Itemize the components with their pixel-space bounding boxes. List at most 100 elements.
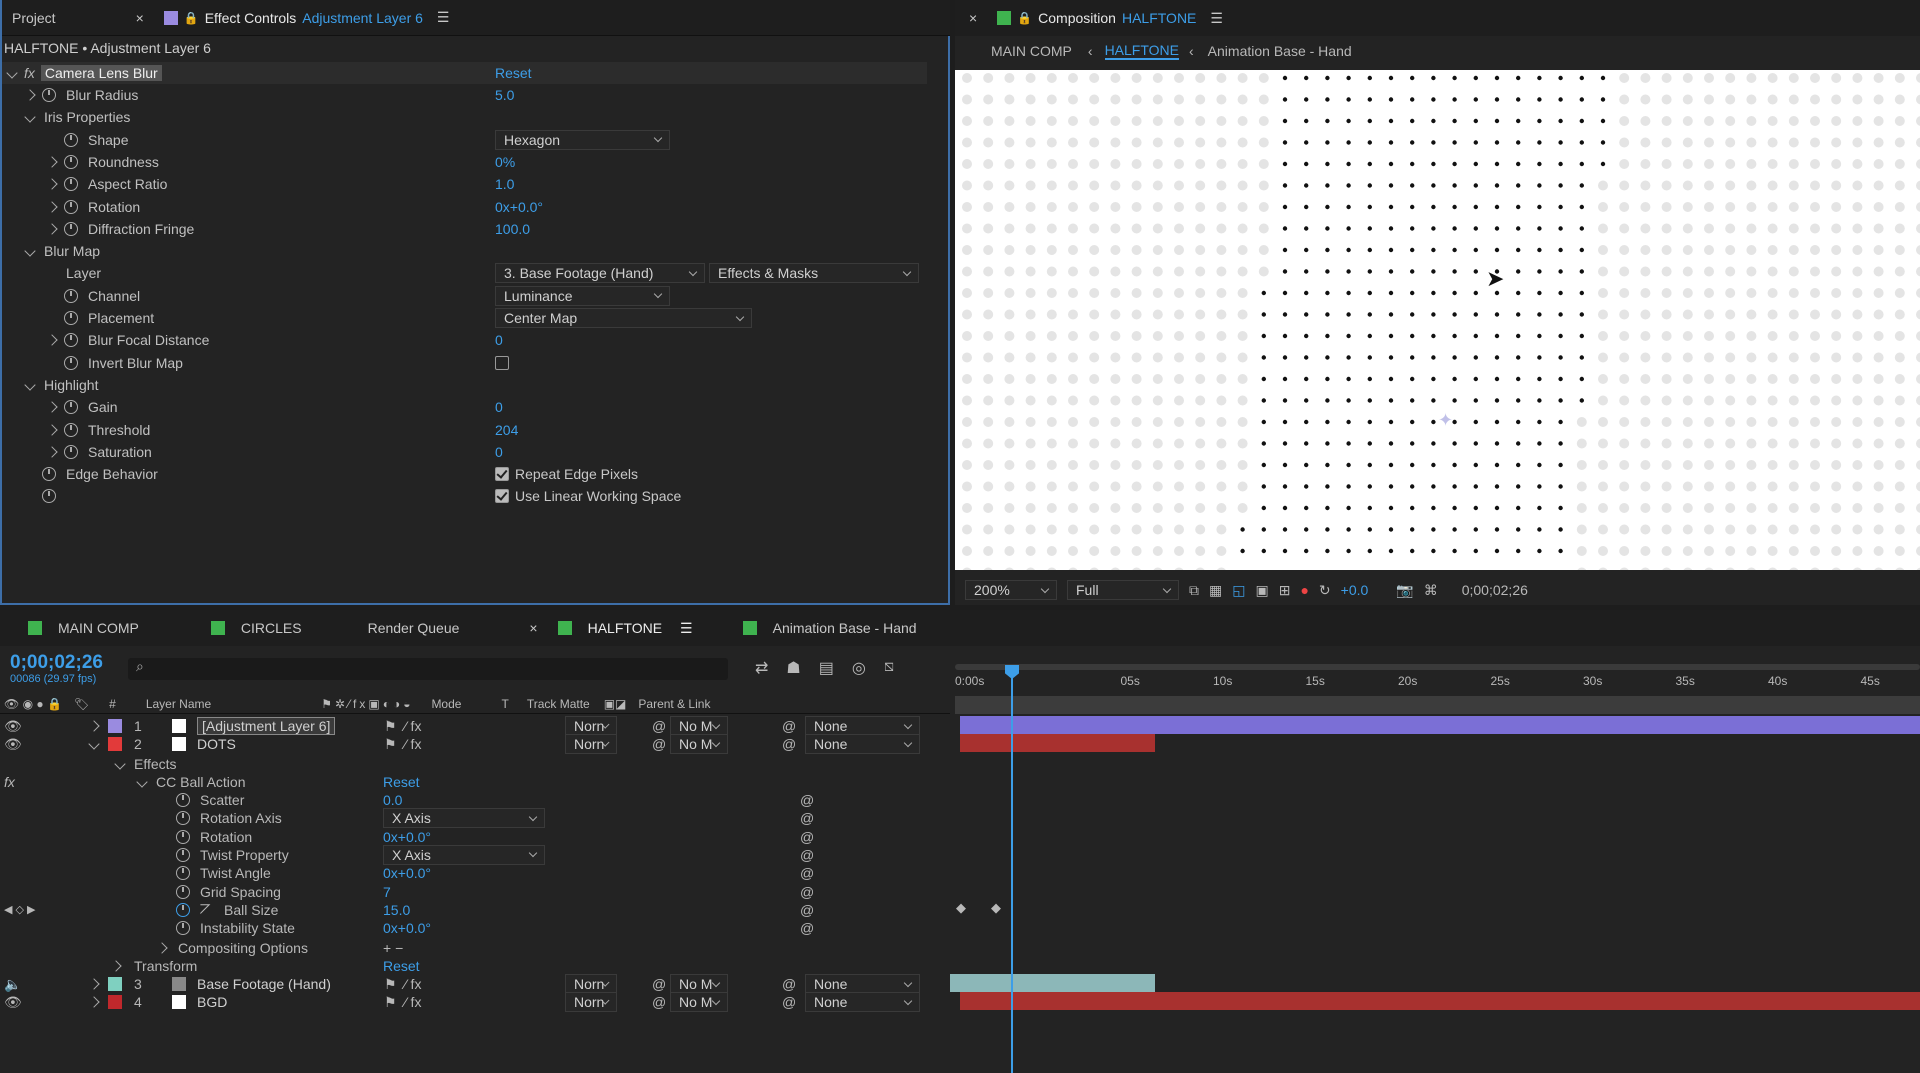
- chevron-right-icon[interactable]: [88, 978, 100, 990]
- layer-name[interactable]: Base Footage (Hand): [197, 976, 331, 992]
- chevron-right-icon[interactable]: [46, 423, 58, 436]
- prop-value[interactable]: 0: [495, 332, 503, 348]
- track-matte-select[interactable]: No M: [670, 734, 728, 754]
- graph-editor-icon[interactable]: ⧅: [884, 658, 894, 678]
- effect-name[interactable]: Camera Lens Blur: [40, 65, 162, 81]
- stopwatch-icon[interactable]: [176, 793, 190, 807]
- chevron-right-icon[interactable]: [46, 200, 58, 213]
- viewer-timecode[interactable]: 0;00;02;26: [1462, 582, 1528, 598]
- prop-value[interactable]: 204: [495, 422, 518, 438]
- layer-bar-bgd[interactable]: [960, 992, 1920, 1010]
- reset-link[interactable]: Reset: [383, 774, 420, 790]
- prop-value[interactable]: 0x+0.0°: [383, 920, 431, 936]
- chevron-down-icon[interactable]: [24, 379, 36, 391]
- tab-effect-controls[interactable]: 🔒 Effect Controls Adjustment Layer 6 ☰: [154, 0, 460, 36]
- mode-select[interactable]: Norn: [565, 734, 617, 754]
- layer-bar-adjustment[interactable]: [960, 716, 1920, 734]
- layer-dropdown[interactable]: 3. Base Footage (Hand): [495, 263, 705, 284]
- stopwatch-icon[interactable]: [42, 88, 56, 102]
- switch-icons[interactable]: ⚑ ⁄ fx: [384, 994, 421, 1011]
- prop-dropdown[interactable]: Luminance: [495, 285, 670, 306]
- chevron-right-icon[interactable]: [46, 446, 58, 458]
- chevron-down-icon[interactable]: [88, 738, 100, 750]
- stopwatch-icon[interactable]: [176, 829, 190, 844]
- chevron-right-icon[interactable]: [46, 156, 58, 168]
- chevron-down-icon[interactable]: [114, 758, 126, 770]
- checkbox[interactable]: [495, 355, 509, 370]
- layer-name[interactable]: BGD: [197, 994, 227, 1010]
- pickwhip-icon[interactable]: @: [782, 718, 796, 734]
- layer-row[interactable]: 👁 4 BGD ⚑ ⁄ fx Norn @ No M @ None: [0, 991, 950, 1013]
- stopwatch-icon[interactable]: [176, 884, 190, 899]
- region-icon[interactable]: ▣: [1255, 582, 1268, 599]
- prop-value[interactable]: 0: [495, 444, 503, 460]
- zoom-select[interactable]: 200%: [965, 580, 1057, 600]
- prop-value[interactable]: 0%: [495, 154, 515, 170]
- expression-icon[interactable]: @: [800, 920, 814, 936]
- spiral-icon[interactable]: @: [652, 994, 666, 1010]
- crumb-halftone[interactable]: HALFTONE: [1104, 42, 1179, 60]
- fx-icon[interactable]: fx: [24, 65, 35, 81]
- tab-circles[interactable]: CIRCLES: [149, 610, 312, 646]
- stopwatch-icon[interactable]: [176, 921, 190, 936]
- expression-icon[interactable]: @: [800, 865, 814, 881]
- prop-value[interactable]: 7: [383, 884, 391, 900]
- layer-search-input[interactable]: ⌕: [128, 658, 728, 680]
- expression-icon[interactable]: @: [800, 792, 814, 808]
- switch-icons[interactable]: ⚑ ⁄ fx: [384, 976, 421, 993]
- prop-value[interactable]: 100.0: [495, 221, 530, 237]
- chevron-right-icon[interactable]: [110, 960, 122, 972]
- mask-path-icon[interactable]: ◱: [1232, 582, 1245, 599]
- label-swatch[interactable]: [108, 719, 122, 733]
- current-time-indicator[interactable]: [1011, 665, 1013, 1073]
- stopwatch-icon[interactable]: [64, 288, 78, 303]
- chevron-right-icon[interactable]: [46, 401, 58, 413]
- show-snapshot-icon[interactable]: ⌘: [1424, 582, 1438, 599]
- time-ruler[interactable]: 0:00s05s10s15s20s25s30s35s40s45s50s: [955, 652, 1920, 714]
- prop-value[interactable]: 0x+0.0°: [383, 829, 431, 845]
- stopwatch-icon[interactable]: [176, 811, 190, 826]
- viewer-canvas[interactable]: ➤ ✦: [955, 70, 1920, 570]
- crumb-animation-base[interactable]: Animation Base - Hand: [1208, 43, 1352, 59]
- stopwatch-icon[interactable]: [64, 221, 78, 236]
- keyframe-1[interactable]: ◆: [956, 900, 966, 916]
- stopwatch-icon[interactable]: [64, 333, 78, 348]
- expression-icon[interactable]: @: [800, 884, 814, 900]
- stopwatch-icon[interactable]: [64, 422, 78, 437]
- spiral-icon[interactable]: @: [652, 736, 666, 752]
- tab-halftone[interactable]: HALFTONE ☰: [548, 610, 703, 646]
- layer-name[interactable]: DOTS: [197, 736, 236, 752]
- layer-row[interactable]: 👁 2 DOTS ⚑ ⁄ fx Norn @ No M @ None: [0, 733, 950, 755]
- chevron-right-icon[interactable]: [88, 996, 100, 1008]
- label-swatch[interactable]: [108, 995, 122, 1009]
- stopwatch-icon[interactable]: [176, 847, 190, 862]
- menu-icon[interactable]: ☰: [437, 9, 450, 26]
- layer-bar-base-footage[interactable]: [950, 974, 1155, 992]
- expression-icon[interactable]: @: [800, 902, 814, 918]
- guides-icon[interactable]: ⊞: [1279, 582, 1291, 599]
- switch-icons[interactable]: ⚑ ⁄ fx: [384, 736, 421, 753]
- pickwhip-icon[interactable]: @: [782, 994, 796, 1010]
- reset-link[interactable]: Reset: [495, 65, 532, 81]
- reset-link[interactable]: Reset: [383, 958, 420, 974]
- close-icon[interactable]: ×: [126, 0, 154, 36]
- track-matte-select[interactable]: No M: [670, 992, 728, 1012]
- prop-dropdown[interactable]: Hexagon: [495, 129, 670, 150]
- mode-select[interactable]: Norn: [565, 992, 617, 1012]
- effect-name[interactable]: CC Ball Action: [156, 774, 245, 790]
- stopwatch-icon[interactable]: [176, 902, 190, 917]
- chevron-right-icon[interactable]: [24, 89, 36, 101]
- eye-icon[interactable]: 🔈: [4, 976, 21, 993]
- chevron-down-icon[interactable]: [136, 776, 148, 788]
- prop-value[interactable]: 0x+0.0°: [383, 865, 431, 881]
- spiral-icon[interactable]: @: [652, 976, 666, 992]
- stopwatch-icon[interactable]: [64, 400, 78, 415]
- expression-icon[interactable]: @: [800, 810, 814, 826]
- exposure-value[interactable]: +0.0: [1341, 582, 1369, 598]
- tab-animation-base[interactable]: Animation Base - Hand: [703, 610, 927, 646]
- expression-icon[interactable]: @: [800, 829, 814, 845]
- comp-flowchart-icon[interactable]: ⇄: [755, 658, 768, 678]
- stopwatch-icon[interactable]: [42, 467, 56, 482]
- shy-icon[interactable]: ☗: [786, 658, 800, 678]
- prop-dropdown[interactable]: Center Map: [495, 308, 752, 328]
